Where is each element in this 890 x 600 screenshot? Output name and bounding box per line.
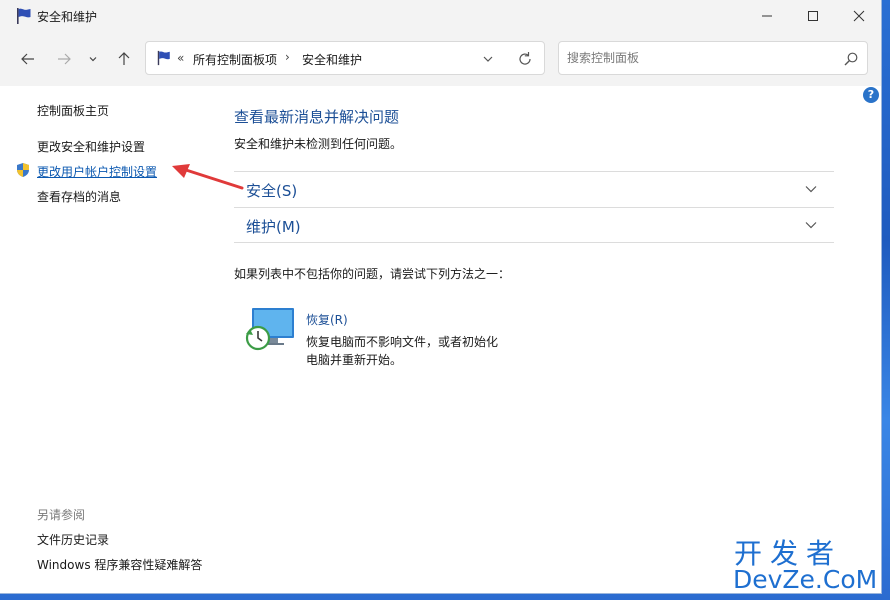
minimize-icon <box>762 15 772 17</box>
forward-button[interactable] <box>52 48 76 70</box>
chevron-down-icon[interactable] <box>804 182 818 196</box>
recovery-icon[interactable] <box>244 307 296 353</box>
chevron-down-icon <box>89 57 97 62</box>
security-section-label[interactable]: 安全(S) <box>246 180 297 201</box>
breadcrumb-security-maintenance[interactable]: 安全和维护 <box>302 51 362 68</box>
refresh-icon[interactable] <box>516 50 534 68</box>
see-also-heading: 另请参阅 <box>37 508 86 522</box>
window-title: 安全和维护 <box>37 10 98 24</box>
link-change-uac-settings[interactable]: 更改用户帐户控制设置 <box>37 163 157 180</box>
alternatives-hint: 如果列表中不包括你的问题，请尝试下列方法之一： <box>234 267 511 281</box>
maintenance-section-label[interactable]: 维护(M) <box>246 216 301 237</box>
page-title: 查看最新消息并解决问题 <box>234 108 400 126</box>
address-bar[interactable]: « 所有控制面板项 › 安全和维护 <box>145 41 545 75</box>
minimize-button[interactable] <box>744 0 790 32</box>
back-button[interactable] <box>16 48 40 70</box>
recovery-description: 恢复电脑而不影响文件，或者初始化电脑并重新开始。 <box>306 335 499 367</box>
link-compatibility-troubleshooter[interactable]: Windows 程序兼容性疑难解答 <box>37 556 202 573</box>
help-icon[interactable]: ? <box>863 87 879 103</box>
maintenance-section[interactable]: 维护(M) <box>234 207 834 243</box>
link-change-security-settings[interactable]: 更改安全和维护设置 <box>37 138 145 155</box>
overflow-chevron[interactable]: « <box>177 51 184 65</box>
breadcrumb-all-items[interactable]: 所有控制面板项 <box>193 51 277 68</box>
recent-locations-button[interactable] <box>84 48 102 70</box>
maximize-button[interactable] <box>790 0 836 32</box>
flag-icon <box>157 50 170 66</box>
up-button[interactable] <box>112 48 136 70</box>
breadcrumb-separator[interactable]: › <box>285 50 290 64</box>
navigation-bar: « 所有控制面板项 › 安全和维护 <box>0 32 881 86</box>
close-button[interactable] <box>836 0 881 32</box>
flag-icon <box>17 8 31 24</box>
security-section[interactable]: 安全(S) <box>234 171 834 207</box>
search-icon[interactable] <box>843 51 859 67</box>
uac-shield-icon <box>17 163 29 177</box>
recovery-link[interactable]: 恢复(R) <box>306 311 348 328</box>
title-bar: 安全和维护 <box>0 0 881 32</box>
chevron-down-icon[interactable] <box>480 51 496 67</box>
control-panel-window: 安全和维护 « 所有控制面板项 › 安全和维护 搜索控制面板 ? 控制面板主页 … <box>0 0 882 594</box>
search-box[interactable] <box>558 41 868 75</box>
search-input[interactable] <box>567 49 827 67</box>
link-control-panel-home[interactable]: 控制面板主页 <box>37 102 109 119</box>
watermark-domain: DevZe.CoM <box>733 565 878 594</box>
maximize-icon <box>808 11 818 21</box>
chevron-down-icon[interactable] <box>804 218 818 232</box>
link-view-archived-messages[interactable]: 查看存档的消息 <box>37 188 121 205</box>
arrow-right-icon <box>58 53 71 65</box>
arrow-up-icon <box>118 52 130 65</box>
status-message: 安全和维护未检测到任何问题。 <box>234 137 403 151</box>
close-icon <box>853 10 865 22</box>
arrow-left-icon <box>21 53 34 65</box>
link-file-history[interactable]: 文件历史记录 <box>37 531 109 548</box>
